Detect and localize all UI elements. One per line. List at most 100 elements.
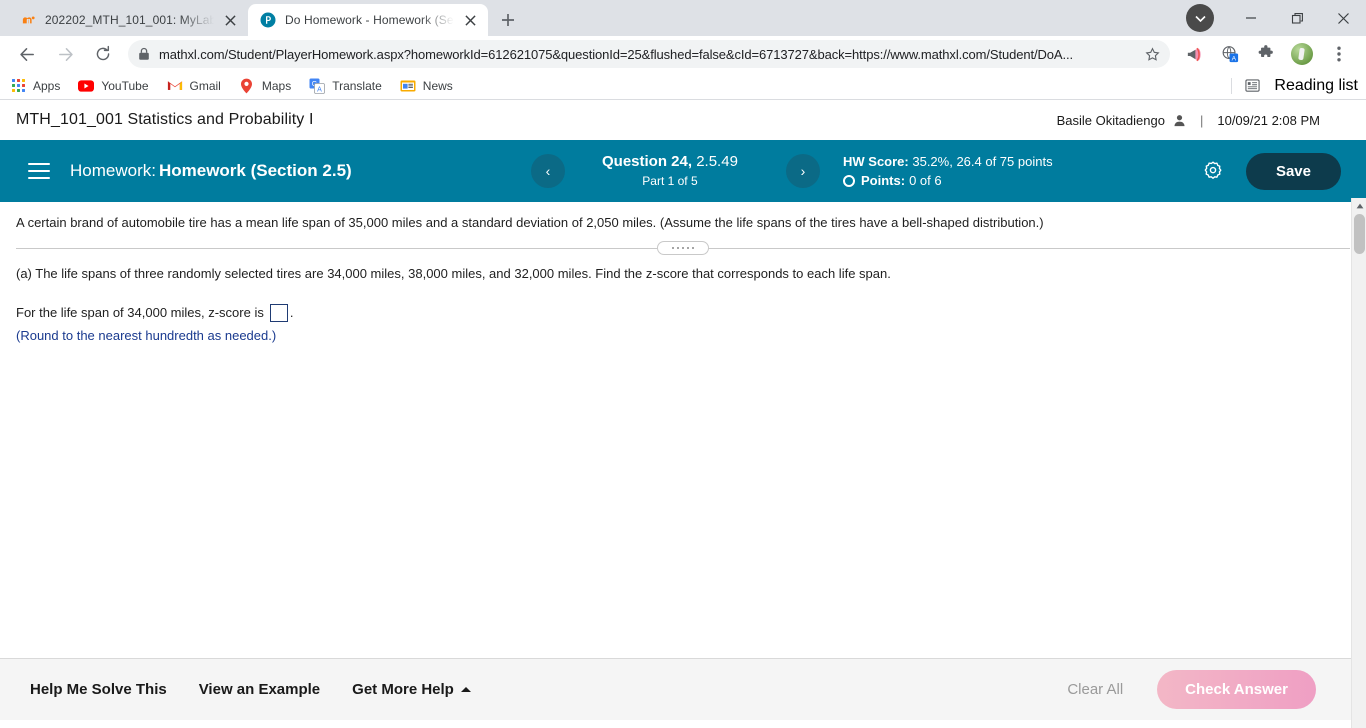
bookmark-star-icon[interactable]	[1145, 46, 1160, 62]
navigation-bar: mathxl.com/Student/PlayerHomework.aspx?h…	[0, 36, 1366, 72]
question-stem: A certain brand of automobile tire has a…	[16, 215, 1044, 230]
toolbar-actions: Save	[1202, 152, 1366, 190]
bookmark-news-label: News	[422, 78, 453, 93]
bookmark-gmail-label: Gmail	[189, 78, 221, 93]
bottom-right-actions: Clear All Check Answer	[1067, 670, 1336, 709]
browser-window: 202202_MTH_101_001: MyLab St Do Homework…	[0, 0, 1366, 728]
reload-icon[interactable]	[89, 40, 117, 68]
bookmark-maps[interactable]: Maps	[239, 78, 291, 94]
answer-input[interactable]	[269, 303, 288, 322]
mathxl-page: MTH_101_001 Statistics and Probability I…	[0, 100, 1366, 728]
course-header: MTH_101_001 Statistics and Probability I…	[0, 100, 1366, 140]
prev-question-button[interactable]: ‹	[531, 154, 565, 188]
course-title: MTH_101_001 Statistics and Probability I	[16, 111, 314, 128]
score-info: HW Score: 35.2%, 26.4 of 75 points Point…	[843, 152, 1053, 191]
save-button[interactable]: Save	[1245, 152, 1341, 190]
chevron-left-icon: ‹	[531, 154, 565, 188]
question-area: A certain brand of automobile tire has a…	[0, 202, 1366, 343]
question-info: Question 24, 2.5.49 Part 1 of 5	[602, 153, 738, 189]
youtube-icon	[78, 78, 95, 94]
translate-icon: G A	[309, 78, 326, 94]
page-scrollbar[interactable]	[1351, 198, 1366, 728]
user-icon	[1173, 114, 1186, 127]
bookmark-youtube[interactable]: YouTube	[78, 78, 149, 94]
view-an-example-button[interactable]: View an Example	[199, 681, 320, 698]
browser-tab-1[interactable]: 202202_MTH_101_001: MyLab St	[8, 4, 248, 36]
profile-chip-icon[interactable]	[1186, 4, 1214, 32]
rounding-note: (Round to the nearest hundredth as neede…	[16, 327, 277, 343]
resize-divider[interactable]	[16, 240, 1350, 255]
header-user-area: Basile Okitadiengo | 10/09/21 2:08 PM	[1057, 113, 1350, 128]
translate-extension-icon[interactable]: A	[1216, 40, 1244, 68]
question-part: Part 1 of 5	[642, 173, 698, 188]
menu-hamburger-icon[interactable]	[28, 163, 50, 179]
bookmark-maps-label: Maps	[261, 78, 292, 93]
extensions-puzzle-icon[interactable]	[1252, 40, 1280, 68]
profile-avatar[interactable]	[1291, 43, 1313, 65]
user-name: Basile Okitadiengo	[1056, 112, 1165, 128]
close-icon[interactable]	[462, 12, 478, 28]
next-question-button[interactable]: ›	[786, 154, 820, 188]
caret-up-icon	[460, 687, 471, 692]
new-tab-button[interactable]	[494, 6, 522, 34]
scrollbar-thumb[interactable]	[1354, 214, 1365, 254]
window-controls	[1186, 0, 1366, 36]
reading-list-label: Reading list	[1274, 76, 1358, 94]
url-text: mathxl.com/Student/PlayerHomework.aspx?h…	[159, 46, 1074, 62]
forward-icon[interactable]	[51, 40, 79, 68]
bottom-action-bar: Help Me Solve This View an Example Get M…	[0, 658, 1366, 720]
tab-strip: 202202_MTH_101_001: MyLab St Do Homework…	[0, 0, 1366, 36]
maximize-button[interactable]	[1274, 0, 1320, 36]
close-window-button[interactable]	[1320, 0, 1366, 36]
news-icon	[400, 78, 416, 94]
reading-list-icon	[1244, 78, 1260, 94]
bookmark-news[interactable]: News	[400, 78, 453, 94]
assignment-name: Homework (Section 2.5)	[158, 161, 352, 180]
close-icon[interactable]	[222, 12, 238, 28]
bookmark-translate[interactable]: G A Translate	[309, 78, 382, 94]
bookmark-translate-label: Translate	[332, 78, 382, 93]
hw-score-value: 35.2%, 26.4 of 75 points	[912, 153, 1053, 169]
svg-text:A: A	[1231, 55, 1236, 62]
bookmark-apps[interactable]: Apps	[10, 78, 60, 94]
answer-prompt: For the life span of 34,000 miles, z-sco…	[16, 305, 264, 321]
pearson-icon	[260, 12, 276, 28]
svg-text:A: A	[317, 86, 322, 93]
get-more-help-button[interactable]: Get More Help	[352, 681, 471, 698]
question-title: Question 24, 2.5.49	[602, 153, 738, 172]
maps-pin-icon	[239, 78, 255, 94]
get-more-help-label: Get More Help	[352, 681, 454, 698]
user-menu[interactable]: Basile Okitadiengo	[1057, 113, 1186, 128]
divider: |	[1199, 112, 1204, 128]
browser-tab-2[interactable]: Do Homework - Homework (Sect	[248, 4, 488, 36]
question-number: 2.5.49	[696, 153, 738, 171]
answer-suffix: .	[289, 305, 294, 321]
bookmark-gmail[interactable]: Gmail	[167, 78, 221, 94]
help-me-solve-this-button[interactable]: Help Me Solve This	[30, 681, 167, 698]
chrome-menu-icon[interactable]	[1325, 40, 1353, 68]
reading-list-button[interactable]: Reading list	[1231, 77, 1358, 95]
moodle-icon	[20, 12, 36, 28]
bookmarks-bar: Apps YouTube Gmail Maps A Translate News…	[0, 72, 1366, 100]
homework-toolbar: Homework: Homework (Section 2.5) ‹ Questi…	[0, 140, 1366, 202]
megaphone-extension-icon[interactable]	[1180, 40, 1208, 68]
address-bar[interactable]: mathxl.com/Student/PlayerHomework.aspx?h…	[128, 40, 1170, 68]
timestamp: 10/09/21 2:08 PM	[1217, 112, 1320, 128]
points-value: 0 of 6	[909, 173, 942, 188]
scroll-up-arrow-icon[interactable]	[1352, 198, 1366, 213]
gear-icon[interactable]	[1202, 160, 1224, 182]
bookmark-apps-label: Apps	[33, 78, 61, 93]
lock-icon	[138, 47, 150, 61]
minimize-button[interactable]	[1228, 0, 1274, 36]
clear-all-button[interactable]: Clear All	[1067, 681, 1123, 698]
points-label: Points:	[861, 173, 906, 188]
back-icon[interactable]	[13, 40, 41, 68]
points-circle-icon	[843, 174, 855, 187]
check-answer-button[interactable]: Check Answer	[1157, 670, 1316, 709]
chevron-right-icon: ›	[786, 154, 820, 188]
browser-tab-1-title: 202202_MTH_101_001: MyLab St	[45, 13, 214, 27]
browser-tab-2-title: Do Homework - Homework (Sect	[285, 13, 454, 27]
divider	[1231, 77, 1233, 94]
question-part-a: (a) The life spans of three randomly sel…	[16, 265, 891, 281]
divider-grip-handle[interactable]	[657, 240, 709, 255]
